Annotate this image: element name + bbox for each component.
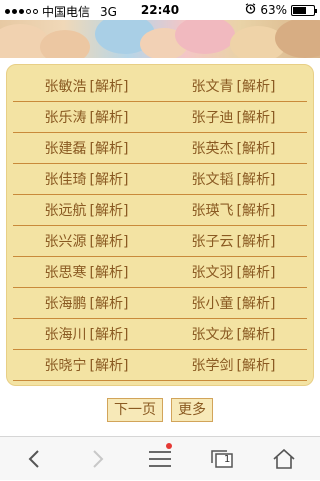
list-row: 张佳琦 [解析] 张文韬 [解析]	[13, 164, 307, 195]
name-link[interactable]: 张海鹏 [解析]	[13, 293, 160, 313]
name-list-panel: 张敏浩 [解析] 张文青 [解析] 张乐涛 [解析] 张子迪 [解析] 张建磊 [解析] 张英杰 [解…	[6, 64, 314, 386]
name-link[interactable]: 张文龙 [解析]	[160, 324, 307, 344]
name-link[interactable]: 张小童 [解析]	[160, 293, 307, 313]
name-text: 张文羽	[191, 265, 234, 281]
back-button[interactable]	[14, 437, 54, 481]
name-link[interactable]: 张建磊 [解析]	[13, 138, 160, 158]
analysis-tag: [解析]	[89, 110, 129, 126]
analysis-tag: [解析]	[236, 265, 276, 281]
name-link[interactable]: 张文青 [解析]	[160, 76, 307, 96]
name-text: 张英杰	[191, 141, 234, 157]
analysis-tag: [解析]	[89, 141, 129, 157]
forward-icon	[93, 450, 104, 468]
name-link[interactable]: 张文韬 [解析]	[160, 169, 307, 189]
name-text: 张敏浩	[44, 79, 87, 95]
analysis-tag: [解析]	[236, 327, 276, 343]
name-text: 张兴源	[44, 234, 87, 250]
list-row: 张建磊 [解析] 张英杰 [解析]	[13, 133, 307, 164]
alarm-icon	[245, 3, 256, 17]
name-text: 张瑛飞	[191, 203, 234, 219]
more-button[interactable]: 更多	[171, 398, 213, 422]
analysis-tag: [解析]	[89, 203, 129, 219]
name-link[interactable]: 张兴源 [解析]	[13, 231, 160, 251]
name-text: 张乐涛	[44, 110, 87, 126]
name-text: 张文龙	[191, 327, 234, 343]
list-row: 张敏浩 [解析] 张文青 [解析]	[13, 71, 307, 102]
pagination: 下一页 更多	[0, 398, 320, 422]
analysis-tag: [解析]	[236, 79, 276, 95]
analysis-tag: [解析]	[236, 296, 276, 312]
list-row: 张兴源 [解析] 张子云 [解析]	[13, 226, 307, 257]
name-link[interactable]: 张晓宁 [解析]	[13, 355, 160, 375]
next-page-button[interactable]: 下一页	[107, 398, 163, 422]
list-row: 张思寒 [解析] 张文羽 [解析]	[13, 257, 307, 288]
name-text: 张建磊	[44, 141, 87, 157]
name-link[interactable]: 张海川 [解析]	[13, 324, 160, 344]
analysis-tag: [解析]	[236, 141, 276, 157]
notification-dot	[166, 443, 172, 449]
name-text: 张子云	[191, 234, 234, 250]
name-text: 张佳琦	[44, 172, 87, 188]
status-bar-right: 63%	[245, 3, 317, 17]
name-text: 张海川	[44, 327, 87, 343]
name-text: 张子迪	[191, 110, 234, 126]
home-icon	[273, 449, 295, 469]
analysis-tag: [解析]	[236, 110, 276, 126]
home-button[interactable]	[264, 437, 304, 481]
analysis-tag: [解析]	[89, 296, 129, 312]
list-row: 张乐涛 [解析] 张子迪 [解析]	[13, 102, 307, 133]
menu-icon	[149, 451, 171, 467]
analysis-tag: [解析]	[89, 172, 129, 188]
name-link[interactable]: 张瑛飞 [解析]	[160, 200, 307, 220]
name-text: 张思寒	[44, 265, 87, 281]
name-text: 张小童	[191, 296, 234, 312]
name-link[interactable]: 张子云 [解析]	[160, 231, 307, 251]
analysis-tag: [解析]	[236, 203, 276, 219]
battery-level	[293, 6, 306, 14]
battery-percent: 63%	[260, 3, 287, 17]
list-row: 张海鹏 [解析] 张小童 [解析]	[13, 288, 307, 319]
browser-toolbar: 1	[0, 436, 320, 480]
analysis-tag: [解析]	[89, 265, 129, 281]
analysis-tag: [解析]	[89, 234, 129, 250]
name-link[interactable]: 张文羽 [解析]	[160, 262, 307, 282]
analysis-tag: [解析]	[236, 234, 276, 250]
name-text: 张海鹏	[44, 296, 87, 312]
name-link[interactable]: 张英杰 [解析]	[160, 138, 307, 158]
battery-icon	[291, 4, 317, 16]
analysis-tag: [解析]	[89, 79, 129, 95]
name-text: 张晓宁	[44, 358, 87, 374]
analysis-tag: [解析]	[236, 358, 276, 374]
name-text: 张远航	[44, 203, 87, 219]
name-link[interactable]: 张子迪 [解析]	[160, 107, 307, 127]
list-row: 张海川 [解析] 张文龙 [解析]	[13, 319, 307, 350]
name-link[interactable]: 张学剑 [解析]	[160, 355, 307, 375]
list-row: 张晓宁 [解析] 张学剑 [解析]	[13, 350, 307, 381]
name-text: 张文青	[191, 79, 234, 95]
forward-button[interactable]	[78, 437, 118, 481]
analysis-tag: [解析]	[89, 327, 129, 343]
header-banner-image	[0, 20, 320, 58]
name-link[interactable]: 张远航 [解析]	[13, 200, 160, 220]
analysis-tag: [解析]	[89, 358, 129, 374]
name-link[interactable]: 张敏浩 [解析]	[13, 76, 160, 96]
name-link[interactable]: 张思寒 [解析]	[13, 262, 160, 282]
name-text: 张学剑	[191, 358, 234, 374]
tabs-button[interactable]: 1	[202, 437, 242, 481]
name-link[interactable]: 张乐涛 [解析]	[13, 107, 160, 127]
name-link[interactable]: 张佳琦 [解析]	[13, 169, 160, 189]
tab-count: 1	[224, 454, 231, 465]
analysis-tag: [解析]	[236, 172, 276, 188]
status-bar: 中国电信 3G 22:40 63%	[0, 0, 320, 20]
menu-button[interactable]	[140, 437, 180, 481]
back-icon	[28, 450, 39, 468]
tabs-icon	[211, 450, 233, 468]
list-row: 张远航 [解析] 张瑛飞 [解析]	[13, 195, 307, 226]
name-text: 张文韬	[191, 172, 234, 188]
